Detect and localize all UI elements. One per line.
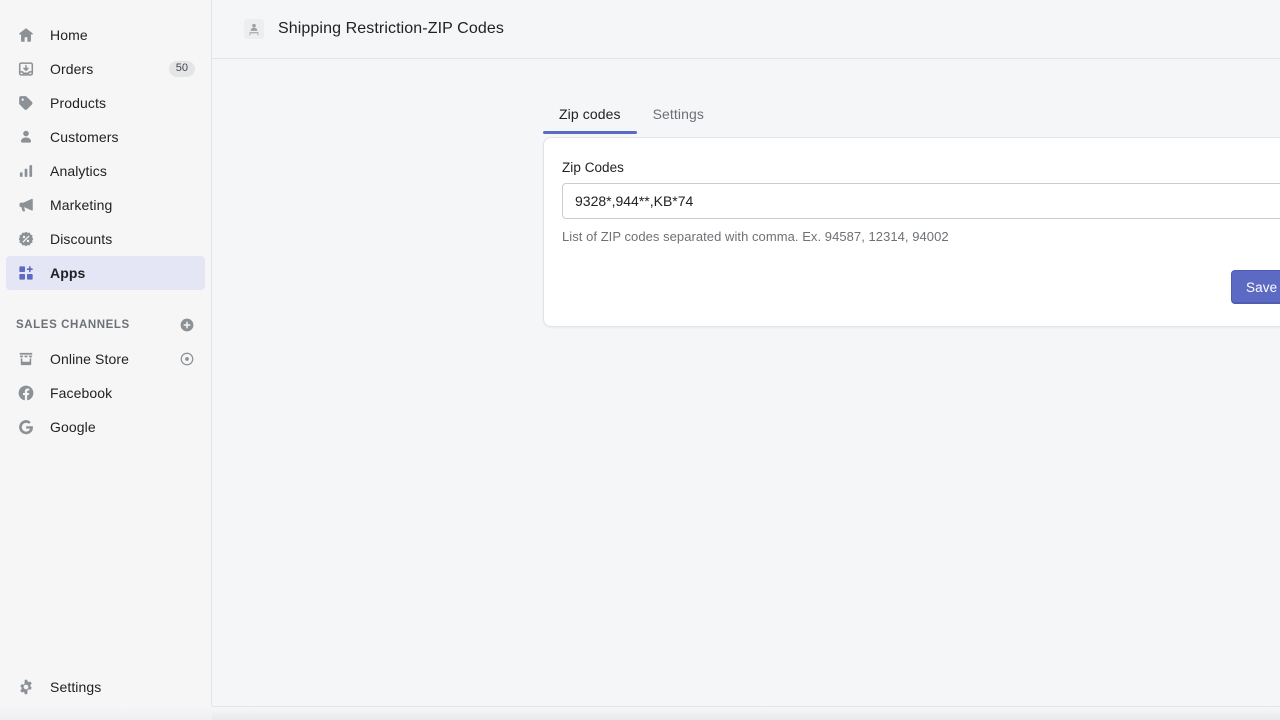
sidebar-item-label: Online Store: [50, 351, 129, 367]
sidebar-item-label: Apps: [50, 265, 85, 281]
sidebar-item-home[interactable]: Home: [6, 18, 205, 52]
sidebar-item-label: Orders: [50, 61, 93, 77]
sidebar-item-online-store[interactable]: Online Store: [6, 342, 205, 376]
tab-label: Settings: [653, 106, 704, 122]
sidebar-item-label: Discounts: [50, 231, 112, 247]
page-title: Shipping Restriction-ZIP Codes: [278, 20, 504, 38]
customers-icon: [16, 127, 36, 147]
sidebar-item-discounts[interactable]: Discounts: [6, 222, 205, 256]
sidebar-item-customers[interactable]: Customers: [6, 120, 205, 154]
sales-channels-title: SALES CHANNELS: [16, 319, 130, 331]
tab-settings[interactable]: Settings: [637, 106, 720, 134]
tab-bar: Zip codes Settings: [543, 94, 720, 134]
page-footer-strip: [212, 706, 1280, 720]
shopify-admin-window: Home Orders 50 Products Customers: [0, 0, 1280, 720]
products-tag-icon: [16, 93, 36, 113]
google-icon: [16, 417, 36, 437]
apps-grid-plus-icon: [16, 263, 36, 283]
sidebar-item-google[interactable]: Google: [6, 410, 205, 444]
zip-codes-card: Zip Codes List of ZIP codes separated wi…: [543, 137, 1280, 327]
orders-icon: [16, 59, 36, 79]
sidebar-item-label: Customers: [50, 129, 119, 145]
card-actions: Save zip codes: [562, 270, 1280, 304]
sidebar-item-label: Google: [50, 419, 96, 435]
zip-codes-input[interactable]: [562, 183, 1280, 219]
sidebar-item-analytics[interactable]: Analytics: [6, 154, 205, 188]
sidebar-item-label: Analytics: [50, 163, 107, 179]
eye-view-icon[interactable]: [179, 351, 195, 367]
orders-count-badge: 50: [169, 61, 195, 77]
analytics-bars-icon: [16, 161, 36, 181]
sidebar-item-label: Marketing: [50, 197, 112, 213]
sidebar-item-apps[interactable]: Apps: [6, 256, 205, 290]
sidebar-item-marketing[interactable]: Marketing: [6, 188, 205, 222]
tab-zip-codes[interactable]: Zip codes: [543, 106, 637, 134]
facebook-icon: [16, 383, 36, 403]
sidebar-item-settings[interactable]: Settings: [6, 670, 205, 704]
online-store-icon: [16, 349, 36, 369]
sidebar-item-orders[interactable]: Orders 50: [6, 52, 205, 86]
sales-channels-header: SALES CHANNELS: [6, 312, 205, 338]
tab-label: Zip codes: [559, 106, 621, 122]
main-region: Shipping Restriction-ZIP Codes Zip codes…: [212, 0, 1280, 720]
plus-circle-icon[interactable]: [179, 317, 195, 333]
sidebar-item-facebook[interactable]: Facebook: [6, 376, 205, 410]
home-icon: [16, 25, 36, 45]
zip-codes-label: Zip Codes: [562, 160, 1280, 175]
sidebar-item-label: Home: [50, 27, 88, 43]
discounts-percent-icon: [16, 229, 36, 249]
sidebar: Home Orders 50 Products Customers: [0, 0, 212, 720]
shipping-restriction-app-icon: [244, 19, 264, 39]
content-area: Zip codes Settings Zip Codes List of ZIP…: [212, 59, 1280, 720]
app-header: Shipping Restriction-ZIP Codes: [212, 0, 1280, 59]
sidebar-item-label: Settings: [50, 679, 101, 695]
sidebar-item-label: Products: [50, 95, 106, 111]
save-zip-codes-button[interactable]: Save zip codes: [1231, 270, 1280, 304]
sidebar-footer-strip: [0, 706, 212, 720]
sidebar-item-label: Facebook: [50, 385, 112, 401]
marketing-megaphone-icon: [16, 195, 36, 215]
sidebar-item-products[interactable]: Products: [6, 86, 205, 120]
zip-codes-help-text: List of ZIP codes separated with comma. …: [562, 229, 1280, 244]
gear-icon: [16, 677, 36, 697]
